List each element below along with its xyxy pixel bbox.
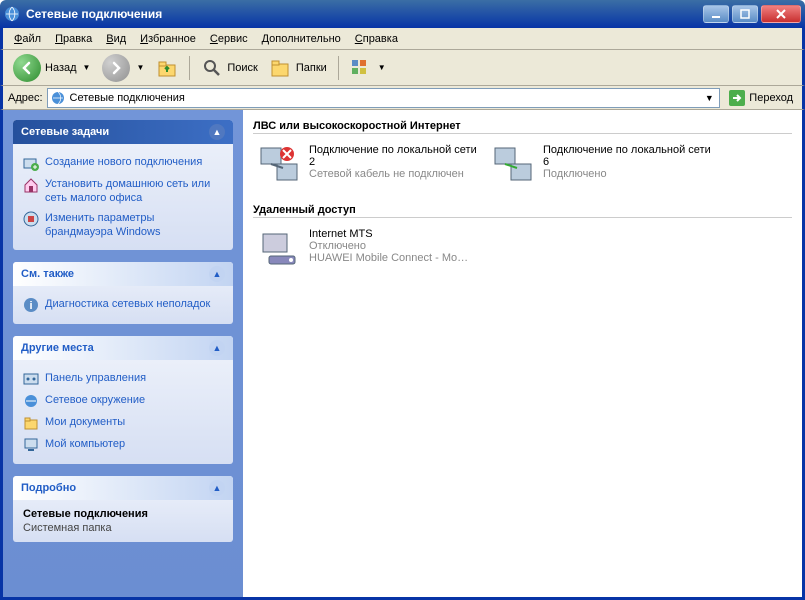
- dialup-icon: [257, 228, 301, 268]
- folders-button[interactable]: Папки: [266, 55, 331, 81]
- panel-places-title: Другие места: [21, 342, 94, 354]
- address-bar: Адрес: Сетевые подключения ▼ Переход: [0, 86, 805, 110]
- svg-text:i: i: [29, 300, 32, 312]
- menu-edit[interactable]: Правка: [48, 31, 99, 47]
- lan-items: Подключение по локальной сети 2 Сетевой …: [253, 140, 792, 188]
- details-type: Системная папка: [23, 522, 223, 534]
- panel-tasks: Сетевые задачи ▲ Создание нового подключ…: [13, 120, 233, 250]
- panel-tasks-title: Сетевые задачи: [21, 126, 109, 138]
- task-firewall[interactable]: Изменить параметры брандмауэра Windows: [23, 208, 223, 242]
- place-my-documents[interactable]: Мои документы: [23, 412, 223, 434]
- maximize-button[interactable]: [732, 5, 758, 23]
- place-my-computer[interactable]: Мой компьютер: [23, 434, 223, 456]
- connection-item[interactable]: Подключение по локальной сети 2 Сетевой …: [253, 140, 483, 188]
- section-dialup-header: Удаленный доступ: [253, 200, 792, 218]
- address-text: Сетевые подключения: [66, 92, 702, 104]
- go-button[interactable]: Переход: [724, 87, 797, 109]
- task-new-connection[interactable]: Создание нового подключения: [23, 152, 223, 174]
- place-control-panel[interactable]: Панель управления: [23, 368, 223, 390]
- views-button[interactable]: ▼: [346, 56, 390, 80]
- up-button[interactable]: [152, 55, 182, 81]
- forward-button[interactable]: ▼: [98, 52, 148, 84]
- back-dropdown-icon[interactable]: ▼: [83, 63, 91, 72]
- menu-view[interactable]: Вид: [99, 31, 133, 47]
- menu-extra[interactable]: Дополнительно: [255, 31, 348, 47]
- section-lan-header: ЛВС или высокоскоростной Интернет: [253, 116, 792, 134]
- forward-dropdown-icon[interactable]: ▼: [136, 63, 144, 72]
- views-dropdown-icon[interactable]: ▼: [378, 63, 386, 72]
- go-label: Переход: [749, 92, 793, 104]
- panel-places-header[interactable]: Другие места ▲: [13, 336, 233, 360]
- panel-tasks-header[interactable]: Сетевые задачи ▲: [13, 120, 233, 144]
- collapse-icon: ▲: [209, 340, 225, 356]
- back-button[interactable]: Назад ▼: [9, 52, 94, 84]
- address-input[interactable]: Сетевые подключения ▼: [47, 88, 721, 108]
- body: Сетевые задачи ▲ Создание нового подключ…: [0, 110, 805, 600]
- panel-seealso-header[interactable]: См. также ▲: [13, 262, 233, 286]
- menu-file[interactable]: Файл: [7, 31, 48, 47]
- minimize-button[interactable]: [703, 5, 729, 23]
- connection-status: Отключено: [309, 240, 468, 252]
- collapse-icon: ▲: [209, 124, 225, 140]
- toolbar: Назад ▼ ▼ Поиск Папки ▼: [0, 50, 805, 86]
- connection-status: Сетевой кабель не подключен: [309, 168, 479, 180]
- panel-details-title: Подробно: [21, 482, 76, 494]
- panel-places: Другие места ▲ Панель управления Сетевое…: [13, 336, 233, 464]
- connection-name: Подключение по локальной сети 2: [309, 144, 479, 168]
- place-network-places[interactable]: Сетевое окружение: [23, 390, 223, 412]
- menu-help[interactable]: Справка: [348, 31, 405, 47]
- menu-bar: Файл Правка Вид Избранное Сервис Дополни…: [0, 28, 805, 50]
- connection-name: Подключение по локальной сети 6: [543, 144, 713, 168]
- network-disconnected-icon: [257, 144, 301, 184]
- address-dropdown-icon[interactable]: ▼: [701, 93, 717, 103]
- search-button[interactable]: Поиск: [197, 55, 261, 81]
- panel-seealso: См. также ▲ iДиагностика сетевых неполад…: [13, 262, 233, 324]
- task-home-network[interactable]: Установить домашнюю сеть или сеть малого…: [23, 174, 223, 208]
- toolbar-separator: [338, 56, 339, 80]
- search-label: Поиск: [227, 62, 257, 74]
- content-area: ЛВС или высокоскоростной Интернет Подклю…: [243, 110, 802, 597]
- network-connected-icon: [491, 144, 535, 184]
- panel-seealso-title: См. также: [21, 268, 74, 280]
- title-bar: Сетевые подключения: [0, 0, 805, 28]
- address-label: Адрес:: [8, 92, 43, 104]
- connection-name: Internet MTS: [309, 228, 468, 240]
- details-name: Сетевые подключения: [23, 508, 223, 520]
- window-buttons: [703, 5, 801, 23]
- connection-status: Подключено: [543, 168, 713, 180]
- close-button[interactable]: [761, 5, 801, 23]
- back-label: Назад: [45, 62, 77, 74]
- connection-item[interactable]: Internet MTS Отключено HUAWEI Mobile Con…: [253, 224, 483, 272]
- menu-service[interactable]: Сервис: [203, 31, 255, 47]
- seealso-diagnostics[interactable]: iДиагностика сетевых неполадок: [23, 294, 223, 316]
- window-title: Сетевые подключения: [26, 7, 703, 21]
- menu-favorites[interactable]: Избранное: [133, 31, 203, 47]
- toolbar-separator: [189, 56, 190, 80]
- address-icon: [50, 90, 66, 106]
- folders-label: Папки: [296, 62, 327, 74]
- collapse-icon: ▲: [209, 480, 225, 496]
- dialup-items: Internet MTS Отключено HUAWEI Mobile Con…: [253, 224, 792, 272]
- panel-details-header[interactable]: Подробно ▲: [13, 476, 233, 500]
- panel-details: Подробно ▲ Сетевые подключения Системная…: [13, 476, 233, 542]
- window-icon: [4, 6, 20, 22]
- collapse-icon: ▲: [209, 266, 225, 282]
- sidebar: Сетевые задачи ▲ Создание нового подключ…: [3, 110, 243, 597]
- connection-device: HUAWEI Mobile Connect - Mo…: [309, 252, 468, 264]
- connection-item[interactable]: Подключение по локальной сети 6 Подключе…: [487, 140, 717, 188]
